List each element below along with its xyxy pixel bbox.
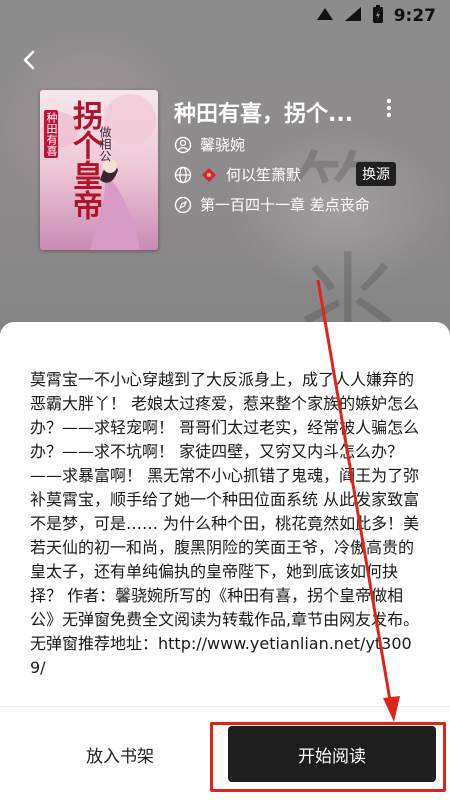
battery-charging-icon <box>372 4 384 28</box>
cover-title-sub: 种田有喜 <box>44 110 58 158</box>
switch-source-button[interactable]: 换源 <box>356 162 396 186</box>
latest-chapter-row[interactable]: 第一百四十一章 差点丧命 <box>174 194 370 215</box>
start-reading-button[interactable]: 开始阅读 <box>228 726 436 782</box>
source-row[interactable]: 何以笙萧默 <box>174 164 301 185</box>
back-arrow-icon <box>23 50 35 70</box>
cover-title-side: 做相公 <box>98 126 112 162</box>
status-bar: 9:27 <box>0 0 450 32</box>
book-cover[interactable]: 拐个皇帝 种田有喜 做相公 <box>40 90 158 250</box>
compass-icon <box>174 196 192 214</box>
book-detail-screen: ⺮ ⺢ 9:27 拐个皇帝 种田有喜 做相公 种田有喜，拐个... 馨骁婉 何以… <box>0 0 450 800</box>
source-logo-icon <box>200 166 218 184</box>
cover-title-main: 拐个皇帝 <box>67 100 102 220</box>
book-intro-sheet: 莫霄宝一不小心穿越到了大反派身上，成了人人嫌弃的恶霸大胖丫！ 老娘太过疼爱，惹来… <box>0 322 450 800</box>
more-options-button[interactable] <box>376 95 402 121</box>
book-introduction[interactable]: 莫霄宝一不小心穿越到了大反派身上，成了人人嫌弃的恶霸大胖丫！ 老娘太过疼爱，惹来… <box>30 368 420 698</box>
author-name: 馨骁婉 <box>200 136 246 154</box>
signal-icon <box>316 6 334 26</box>
author-row[interactable]: 馨骁婉 <box>174 134 245 155</box>
divider <box>0 706 450 707</box>
source-name: 何以笙萧默 <box>226 166 302 184</box>
back-button[interactable] <box>10 40 50 80</box>
book-title: 种田有喜，拐个... <box>174 102 354 127</box>
add-to-shelf-button[interactable]: 放入书架 <box>30 726 210 782</box>
wifi-icon <box>344 6 362 26</box>
status-time: 9:27 <box>393 6 436 26</box>
latest-chapter: 第一百四十一章 差点丧命 <box>200 196 370 214</box>
user-icon <box>174 136 192 154</box>
more-vertical-icon <box>386 98 392 118</box>
globe-icon <box>174 166 192 184</box>
